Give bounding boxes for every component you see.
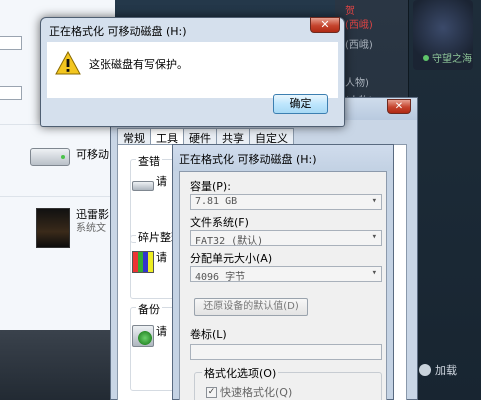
warning-icon bbox=[55, 51, 81, 75]
group-label: 备份 bbox=[136, 301, 162, 317]
format-dialog-body: 容量(P): 7.81 GB ▾ 文件系统(F) FAT32 (默认) ▾ 分配… bbox=[179, 171, 387, 400]
group-text: 请 bbox=[156, 175, 167, 188]
contact-name[interactable]: 人物) bbox=[345, 74, 369, 89]
app-title: 迅雷影 bbox=[76, 208, 109, 221]
person-add-icon bbox=[419, 364, 431, 376]
divider bbox=[0, 196, 110, 197]
checkmark-icon: ✓ bbox=[206, 386, 217, 398]
capacity-select[interactable]: 7.81 GB ▾ bbox=[190, 194, 382, 210]
defrag-icon bbox=[132, 251, 154, 273]
message-box-title[interactable]: 正在格式化 可移动磁盘 (H:) bbox=[49, 23, 187, 39]
online-dot-icon bbox=[423, 54, 429, 61]
volume-label-input[interactable] bbox=[190, 344, 382, 360]
device-label: 可移动 bbox=[76, 148, 109, 161]
capacity-value: 7.81 GB bbox=[195, 196, 238, 207]
app-thumbnail-icon bbox=[36, 208, 70, 248]
backup-icon bbox=[132, 325, 154, 347]
app-item-xunlei[interactable]: 迅雷影 系统文 bbox=[36, 208, 109, 248]
allocation-value: 4096 字节 bbox=[195, 272, 246, 283]
chat-panel: 守望之海 加载 bbox=[408, 0, 481, 400]
allocation-label: 分配单元大小(A) bbox=[190, 252, 273, 265]
online-status: 守望之海 bbox=[423, 50, 472, 65]
capacity-label: 容量(P): bbox=[190, 180, 231, 193]
app-subtitle: 系统文 bbox=[76, 223, 106, 234]
close-button[interactable]: ✕ bbox=[310, 17, 340, 33]
format-dialog: 正在格式化 可移动磁盘 (H:) 容量(P): 7.81 GB ▾ 文件系统(F… bbox=[172, 144, 394, 400]
address-field[interactable] bbox=[0, 36, 22, 50]
quick-format-label: 快速格式化(Q) bbox=[220, 386, 293, 399]
message-text: 这张磁盘有写保护。 bbox=[89, 58, 188, 71]
quick-format-checkbox[interactable]: ✓ 快速格式化(Q) bbox=[206, 384, 292, 400]
chevron-down-icon: ▾ bbox=[371, 232, 377, 242]
drive-check-icon bbox=[132, 181, 154, 191]
contact-name[interactable]: 贺 bbox=[345, 2, 355, 17]
allocation-select[interactable]: 4096 字节 ▾ bbox=[190, 266, 382, 283]
group-text: 请 bbox=[156, 251, 167, 264]
add-label: 加载 bbox=[435, 364, 457, 377]
add-button[interactable]: 加载 bbox=[419, 362, 457, 378]
volume-label: 卷标(L) bbox=[190, 328, 227, 341]
chevron-down-icon: ▾ bbox=[371, 196, 377, 206]
write-protect-message-box: 正在格式化 可移动磁盘 (H:) ✕ 这张磁盘有写保护。 确定 bbox=[40, 17, 345, 127]
filesystem-select[interactable]: FAT32 (默认) ▾ bbox=[190, 230, 382, 247]
contact-name[interactable]: (西峨) bbox=[345, 36, 373, 51]
ok-button[interactable]: 确定 bbox=[273, 94, 328, 114]
filesystem-label: 文件系统(F) bbox=[190, 216, 249, 229]
chevron-down-icon: ▾ bbox=[371, 268, 377, 278]
format-dialog-title[interactable]: 正在格式化 可移动磁盘 (H:) bbox=[173, 145, 393, 171]
filesystem-value: FAT32 (默认) bbox=[195, 236, 264, 247]
group-label: 查错 bbox=[136, 153, 162, 169]
restore-defaults-button[interactable]: 还原设备的默认值(D) bbox=[194, 298, 308, 316]
usb-drive-icon bbox=[30, 148, 70, 166]
search-field[interactable] bbox=[0, 86, 22, 100]
format-options-label: 格式化选项(O) bbox=[202, 365, 279, 381]
contact-name[interactable]: (西峨) bbox=[345, 16, 373, 31]
taskbar-area bbox=[0, 330, 120, 400]
device-item-removable[interactable]: 可移动 bbox=[30, 142, 109, 166]
status-text: 守望之海 bbox=[432, 54, 472, 65]
close-button[interactable]: ✕ bbox=[387, 99, 411, 114]
group-text: 请 bbox=[156, 325, 167, 338]
message-box-body: 这张磁盘有写保护。 bbox=[47, 42, 338, 98]
